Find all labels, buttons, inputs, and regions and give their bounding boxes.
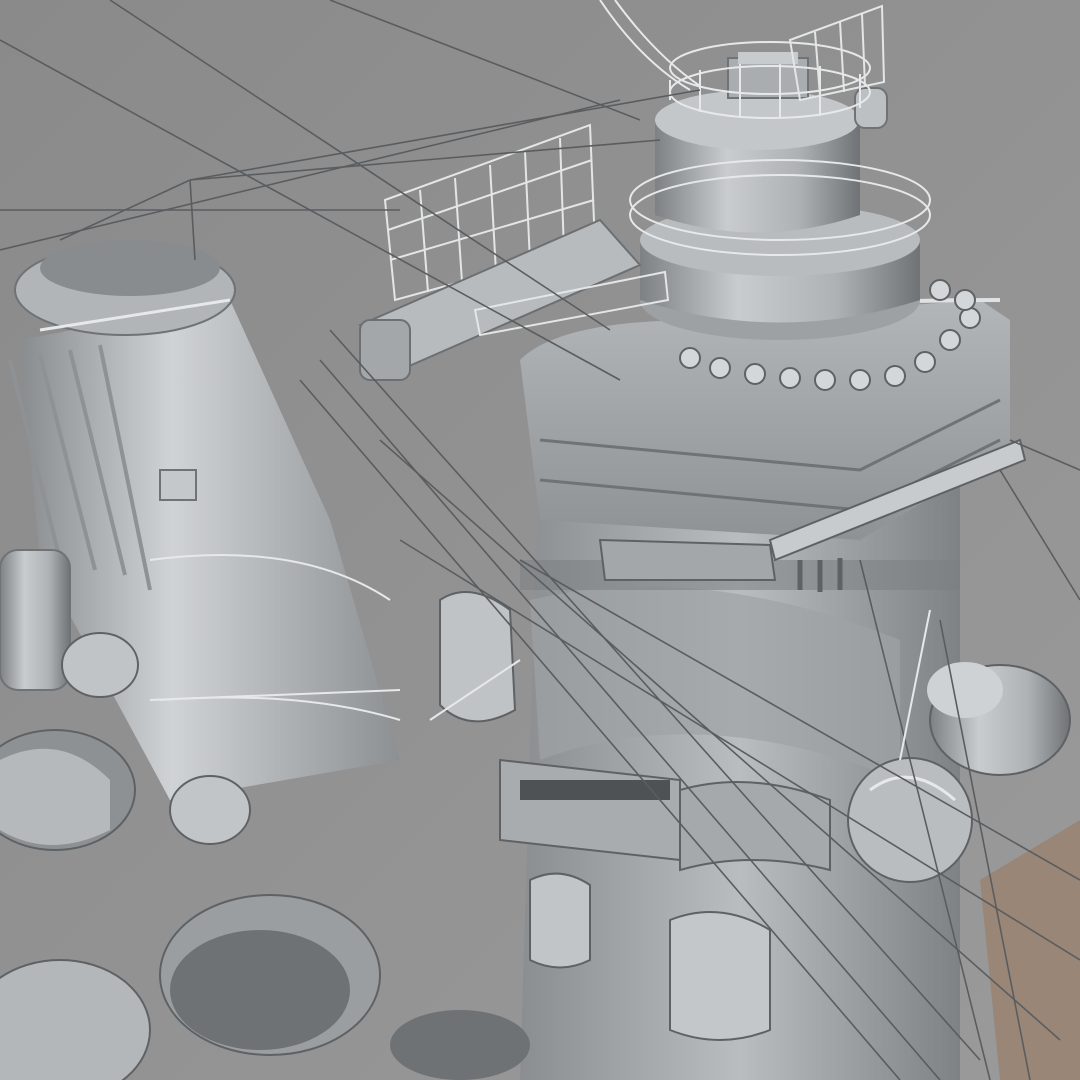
render-scene [0,0,1080,1080]
ship-render [0,0,1080,1080]
